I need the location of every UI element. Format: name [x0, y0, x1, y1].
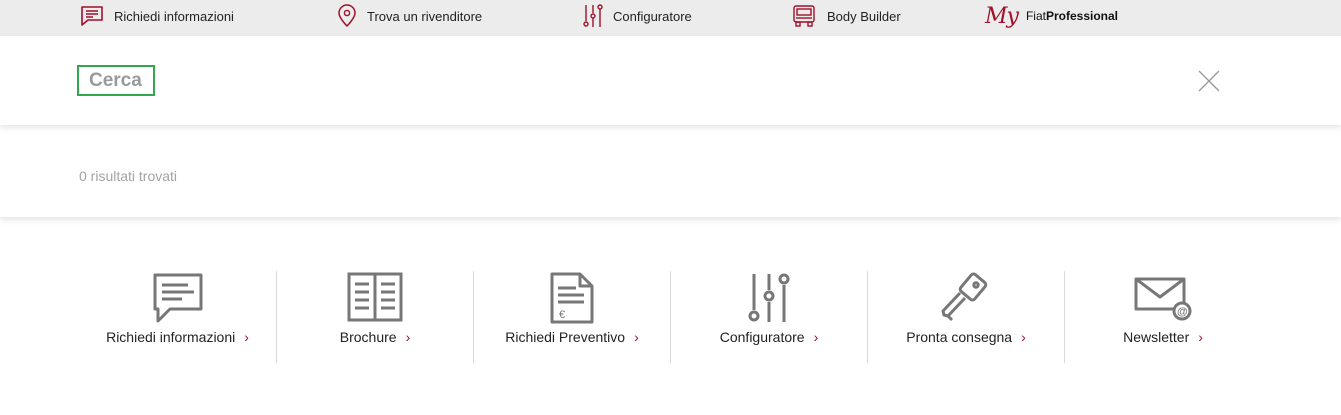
close-search-button[interactable]: [1197, 69, 1221, 93]
svg-text:€: €: [559, 309, 565, 321]
fiat-professional-label: FiatProfessional: [1025, 9, 1119, 23]
search-panel: [0, 36, 1341, 125]
topbar-configuratore[interactable]: Configuratore: [583, 0, 692, 32]
truck-icon: [791, 4, 817, 28]
quick-link-label: Configuratore ›: [719, 329, 819, 345]
topbar-label: Richiedi informazioni: [114, 8, 234, 24]
quick-link-label: Newsletter ›: [1123, 329, 1203, 345]
chevron-right-icon: ›: [634, 329, 639, 345]
chevron-right-icon: ›: [1198, 329, 1203, 345]
search-input[interactable]: [77, 65, 155, 96]
quick-link-richiedi-preventivo[interactable]: € Richiedi Preventivo ›: [473, 271, 670, 363]
my-logo: My: [985, 3, 1019, 29]
document-euro-icon: €: [550, 271, 594, 325]
chevron-right-icon: ›: [1021, 329, 1026, 345]
chat-icon: [80, 5, 104, 27]
topbar-label: Body Builder: [827, 8, 901, 24]
sliders-icon: [747, 271, 791, 325]
chevron-right-icon: ›: [244, 329, 249, 345]
quick-links: Richiedi informazioni › Brochure › € Richi…: [79, 271, 1261, 363]
quick-link-label: Richiedi informazioni ›: [106, 329, 249, 345]
topbar-label: Trova un rivenditore: [367, 8, 483, 24]
svg-text:@: @: [1177, 306, 1188, 318]
chat-icon: [152, 271, 204, 325]
quick-link-label: Pronta consegna ›: [906, 329, 1026, 345]
quick-link-brochure[interactable]: Brochure ›: [276, 271, 473, 363]
quick-link-richiedi-informazioni[interactable]: Richiedi informazioni ›: [79, 271, 276, 363]
book-icon: [347, 271, 403, 325]
my-fiat-professional-link[interactable]: My FiatProfessional: [985, 0, 1118, 32]
chevron-right-icon: ›: [813, 329, 819, 345]
quick-link-label: Richiedi Preventivo ›: [505, 329, 639, 345]
quick-link-configuratore[interactable]: Configuratore ›: [670, 271, 867, 363]
mail-at-icon: @: [1134, 271, 1192, 325]
quick-link-pronta-consegna[interactable]: Pronta consegna ›: [867, 271, 1064, 363]
sliders-icon: [583, 3, 603, 29]
chevron-right-icon: ›: [405, 329, 411, 345]
quick-link-label: Brochure ›: [339, 329, 411, 345]
results-count: 0 risultati trovati: [79, 168, 178, 184]
quick-link-newsletter[interactable]: @ Newsletter ›: [1064, 271, 1261, 363]
map-pin-icon: [337, 4, 357, 28]
topbar-richiedi-informazioni[interactable]: Richiedi informazioni: [80, 0, 234, 32]
search-results-panel: 0 risultati trovati: [0, 125, 1341, 217]
topbar-body-builder[interactable]: Body Builder: [791, 0, 901, 32]
top-utility-bar: Richiedi informazioni Trova un rivendito…: [0, 0, 1341, 36]
close-icon: [1198, 70, 1220, 92]
key-icon: [938, 271, 994, 325]
topbar-trova-rivenditore[interactable]: Trova un rivenditore: [337, 0, 482, 32]
topbar-label: Configuratore: [613, 8, 692, 24]
